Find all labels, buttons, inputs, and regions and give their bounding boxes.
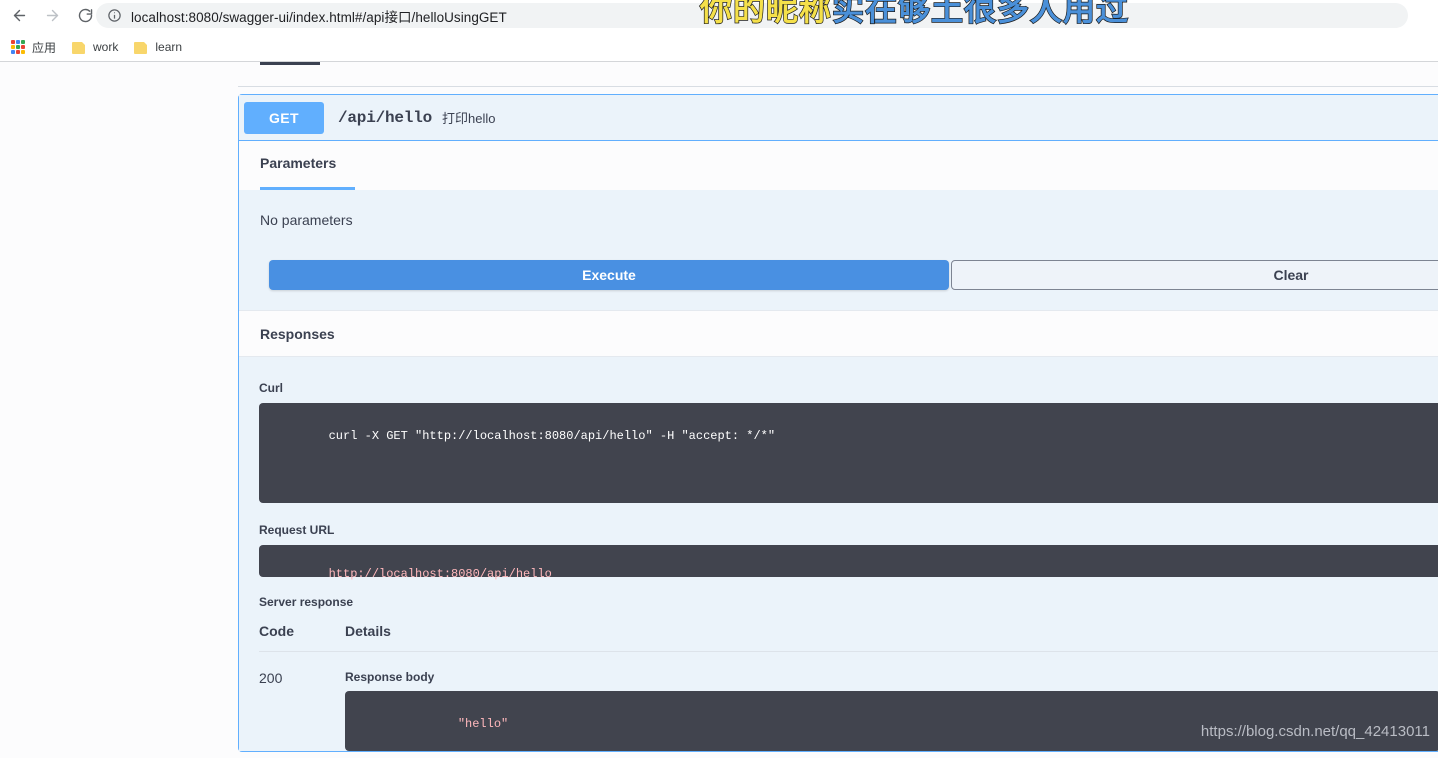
back-button[interactable]	[5, 2, 33, 30]
curl-label: Curl	[259, 381, 283, 395]
action-button-row: Execute Clear	[239, 260, 1438, 310]
folder-icon	[134, 41, 149, 54]
address-bar-url: localhost:8080/swagger-ui/index.html#/ap…	[131, 9, 507, 25]
curl-command-text: curl -X GET "http://localhost:8080/api/h…	[328, 429, 776, 443]
no-parameters-text: No parameters	[260, 212, 353, 228]
reload-icon	[78, 8, 92, 23]
operation-summary[interactable]: GET /api/hello 打印hello	[239, 95, 1438, 141]
forward-button[interactable]	[38, 2, 66, 30]
top-watermark-yellow: 你的昵称	[699, 0, 833, 29]
responses-header: Responses	[239, 310, 1438, 357]
execute-button[interactable]: Execute	[269, 260, 949, 290]
folder-icon	[72, 41, 87, 54]
bookmark-apps[interactable]: 应用	[9, 36, 64, 58]
column-header-code: Code	[259, 623, 294, 639]
forward-arrow-icon	[46, 9, 58, 22]
bookmark-label: learn	[155, 40, 183, 54]
responses-body: Curl curl -X GET "http://localhost:8080/…	[239, 357, 1438, 751]
swagger-operation-block: GET /api/hello 打印hello Parameters No par…	[238, 94, 1438, 752]
response-table-header: Code Details	[259, 623, 1438, 652]
reload-button[interactable]	[71, 2, 99, 30]
bookmark-work[interactable]: work	[70, 36, 126, 58]
bookmark-label: work	[93, 40, 119, 54]
request-url-text: http://localhost:8080/api/hello	[328, 567, 552, 581]
server-response-label: Server response	[259, 595, 354, 609]
back-arrow-icon	[13, 9, 25, 22]
chrome-separator	[0, 61, 1438, 62]
response-body-text: "hello"	[457, 717, 509, 731]
responses-title: Responses	[260, 325, 335, 342]
request-url-label: Request URL	[259, 523, 335, 537]
request-url-block[interactable]: http://localhost:8080/api/hello	[259, 545, 1438, 581]
bookmarks-bar: 应用 work learn	[0, 33, 1438, 61]
tab-parameters[interactable]: Parameters	[260, 155, 336, 185]
http-method-badge: GET	[244, 101, 324, 134]
top-watermark: 你的昵称实在够土很多人用过	[699, 0, 1130, 30]
response-status-code: 200	[259, 670, 283, 686]
bookmark-learn[interactable]: learn	[132, 36, 190, 58]
response-body-label: Response body	[345, 670, 435, 684]
column-header-details: Details	[345, 623, 391, 639]
csdn-watermark: https://blog.csdn.net/qq_42413011	[1200, 723, 1430, 740]
operation-path: /api/hello	[338, 108, 433, 127]
operation-tabs: Parameters	[239, 141, 1438, 190]
operation-description: 打印hello	[442, 111, 496, 126]
top-watermark-blue: 实在够土很多人用过	[831, 0, 1130, 29]
page-viewport: GET /api/hello 打印hello Parameters No par…	[0, 62, 1438, 758]
clear-button[interactable]: Clear	[951, 260, 1438, 290]
bookmark-label: 应用	[32, 40, 57, 55]
parameters-panel: No parameters Execute Clear	[239, 190, 1438, 310]
section-divider	[238, 86, 1438, 87]
info-circle-icon[interactable]	[107, 8, 122, 23]
curl-code-block[interactable]: curl -X GET "http://localhost:8080/api/h…	[259, 403, 1438, 503]
apps-grid-icon	[11, 40, 25, 54]
scrolled-content-stub	[260, 62, 320, 65]
response-body-block[interactable]: "hello"	[345, 691, 1438, 751]
